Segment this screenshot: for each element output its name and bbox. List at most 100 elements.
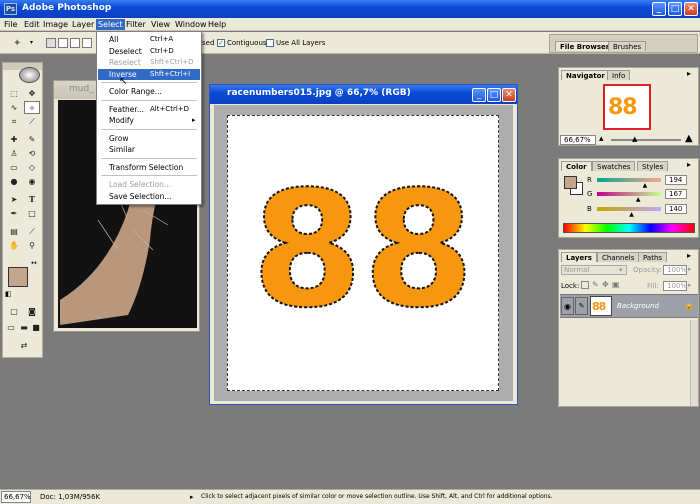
tab-brushes[interactable]: Brushes bbox=[608, 41, 647, 51]
eraser-tool-icon[interactable]: ▭ bbox=[6, 161, 22, 174]
menu-item-modify[interactable]: Modify ▸ bbox=[98, 115, 200, 126]
screen-mode-full-icon[interactable]: ■ bbox=[28, 321, 44, 334]
path-selection-tool-icon[interactable]: ➤ bbox=[6, 193, 22, 206]
maximize-button[interactable]: □ bbox=[668, 2, 682, 16]
lock-all-icon[interactable]: ▣ bbox=[612, 280, 620, 289]
menu-item-similar[interactable]: Similar bbox=[98, 144, 200, 155]
doc-close-button[interactable]: ✕ bbox=[502, 88, 516, 102]
color-ramp[interactable] bbox=[563, 223, 695, 233]
green-slider-handle[interactable]: ▲ bbox=[636, 196, 641, 203]
default-colors-icon[interactable]: ◧ bbox=[5, 290, 12, 298]
adobe-online-icon[interactable] bbox=[19, 67, 40, 83]
fill-arrow-icon[interactable]: ▸ bbox=[688, 281, 692, 289]
slice-tool-icon[interactable]: ⟋ bbox=[24, 115, 40, 128]
tab-swatches[interactable]: Swatches bbox=[592, 161, 636, 171]
tab-channels[interactable]: Channels bbox=[597, 252, 640, 262]
blue-channel-value[interactable]: 140 bbox=[665, 204, 687, 214]
green-channel-value[interactable]: 167 bbox=[665, 189, 687, 199]
crop-tool-icon[interactable]: ⌗ bbox=[6, 115, 22, 128]
zoom-slider[interactable] bbox=[611, 139, 681, 141]
zoom-in-icon[interactable]: ▲ bbox=[685, 133, 693, 144]
preset-dropdown-icon[interactable]: ▾ bbox=[30, 39, 33, 46]
intersect-selection-button[interactable] bbox=[82, 38, 92, 48]
navigator-thumbnail[interactable]: 88 bbox=[603, 84, 651, 130]
menu-select[interactable]: Select bbox=[96, 19, 125, 30]
menu-help[interactable]: Help bbox=[206, 19, 228, 30]
doc-minimize-button[interactable]: _ bbox=[472, 88, 486, 102]
tab-layers[interactable]: Layers bbox=[561, 252, 597, 262]
eyedropper-tool-icon[interactable]: ⟋ bbox=[24, 225, 40, 238]
zoom-out-icon[interactable]: ▴ bbox=[599, 134, 604, 144]
brush-tool-icon[interactable]: ✎ bbox=[24, 133, 40, 146]
tab-file-browser[interactable]: File Browser bbox=[555, 41, 615, 51]
panel-menu-icon[interactable]: ▸ bbox=[687, 251, 691, 260]
type-tool-icon[interactable]: T bbox=[24, 193, 40, 206]
document-canvas-area[interactable]: 88 bbox=[214, 105, 513, 401]
status-arrow-icon[interactable]: ▸ bbox=[190, 493, 194, 501]
menu-item-all[interactable]: All Ctrl+A bbox=[98, 34, 200, 45]
use-all-layers-checkbox[interactable] bbox=[266, 39, 274, 47]
panel-menu-icon[interactable]: ▸ bbox=[687, 160, 691, 169]
menu-window[interactable]: Window bbox=[173, 19, 209, 30]
tab-paths[interactable]: Paths bbox=[638, 252, 668, 262]
menu-item-deselect[interactable]: Deselect Ctrl+D bbox=[98, 46, 200, 57]
tab-styles[interactable]: Styles bbox=[637, 161, 669, 171]
notes-tool-icon[interactable]: ▤ bbox=[6, 225, 22, 238]
blue-slider-handle[interactable]: ▲ bbox=[629, 211, 634, 218]
layer-name[interactable]: Background bbox=[617, 302, 659, 310]
doc-maximize-button[interactable]: □ bbox=[487, 88, 501, 102]
dodge-tool-icon[interactable]: ◉ bbox=[24, 175, 40, 188]
eye-icon[interactable]: ◉ bbox=[561, 297, 574, 315]
healing-brush-tool-icon[interactable]: ✚ bbox=[6, 133, 22, 146]
document-canvas[interactable]: 88 bbox=[227, 115, 499, 391]
shape-tool-icon[interactable]: □ bbox=[24, 207, 40, 220]
close-button[interactable]: ✕ bbox=[684, 2, 698, 16]
document-title-bar[interactable]: racenumbers015.jpg @ 66,7% (RGB) bbox=[210, 85, 517, 104]
menu-item-inverse[interactable]: Inverse Shft+Ctrl+I bbox=[98, 68, 200, 80]
magic-wand-preset-icon[interactable]: ✦ bbox=[13, 38, 21, 49]
menu-edit[interactable]: Edit bbox=[22, 19, 42, 30]
history-brush-tool-icon[interactable]: ⟲ bbox=[24, 147, 40, 160]
color-foreground-swatch[interactable] bbox=[564, 176, 577, 189]
tab-color[interactable]: Color bbox=[561, 161, 592, 171]
document-window-racenumbers[interactable]: racenumbers015.jpg @ 66,7% (RGB) _ □ ✕ 8… bbox=[209, 84, 518, 405]
menu-filter[interactable]: Filter bbox=[124, 19, 148, 30]
lock-transparency-icon[interactable] bbox=[581, 281, 589, 289]
opacity-arrow-icon[interactable]: ▸ bbox=[688, 265, 692, 273]
contiguous-checkbox[interactable]: ✓ bbox=[217, 39, 225, 47]
menu-file[interactable]: File bbox=[2, 19, 19, 30]
lock-position-icon[interactable]: ✥ bbox=[602, 280, 609, 289]
zoom-slider-handle[interactable]: ▲ bbox=[632, 135, 637, 143]
menu-item-feather[interactable]: Feather... Alt+Ctrl+D bbox=[98, 104, 200, 115]
red-channel-slider[interactable] bbox=[597, 178, 661, 182]
menu-item-grow[interactable]: Grow bbox=[98, 133, 200, 144]
red-slider-handle[interactable]: ▲ bbox=[643, 182, 648, 189]
panel-menu-icon[interactable]: ▸ bbox=[687, 69, 691, 78]
menu-item-color-range[interactable]: Color Range... bbox=[98, 86, 200, 97]
swap-colors-icon[interactable]: ↔ bbox=[31, 259, 37, 267]
add-to-selection-button[interactable] bbox=[58, 38, 68, 48]
paint-bucket-tool-icon[interactable]: ◇ bbox=[24, 161, 40, 174]
clone-stamp-tool-icon[interactable]: ♙ bbox=[6, 147, 22, 160]
blur-tool-icon[interactable]: ● bbox=[6, 175, 22, 188]
layer-row-background[interactable]: ◉ ✎ 88 Background 🔒 bbox=[560, 294, 698, 318]
lasso-tool-icon[interactable]: ∿ bbox=[6, 101, 22, 114]
pen-tool-icon[interactable]: ✒ bbox=[6, 207, 22, 220]
new-selection-button[interactable] bbox=[46, 38, 56, 48]
magic-wand-tool-icon[interactable]: ✧ bbox=[24, 101, 40, 114]
menu-item-transform-selection[interactable]: Transform Selection bbox=[98, 162, 200, 173]
lock-image-icon[interactable]: ✎ bbox=[592, 280, 599, 289]
jump-to-imageready-icon[interactable]: ⇄ bbox=[14, 339, 34, 352]
zoom-tool-icon[interactable]: ⚲ bbox=[24, 239, 40, 252]
move-tool-icon[interactable]: ✥ bbox=[24, 87, 40, 100]
menu-layer[interactable]: Layer bbox=[70, 19, 96, 30]
standard-mode-icon[interactable]: ▢ bbox=[6, 305, 22, 318]
layers-scrollbar[interactable] bbox=[690, 320, 698, 406]
marquee-tool-icon[interactable]: ⬚ bbox=[6, 87, 22, 100]
hand-tool-icon[interactable]: ✋ bbox=[6, 239, 22, 252]
navigator-zoom-field[interactable]: 66,67% bbox=[560, 135, 596, 145]
menu-item-save-selection[interactable]: Save Selection... bbox=[98, 191, 200, 202]
fill-field[interactable]: 100% bbox=[663, 281, 687, 291]
menu-image[interactable]: Image bbox=[41, 19, 70, 30]
tab-navigator[interactable]: Navigator bbox=[561, 70, 610, 80]
